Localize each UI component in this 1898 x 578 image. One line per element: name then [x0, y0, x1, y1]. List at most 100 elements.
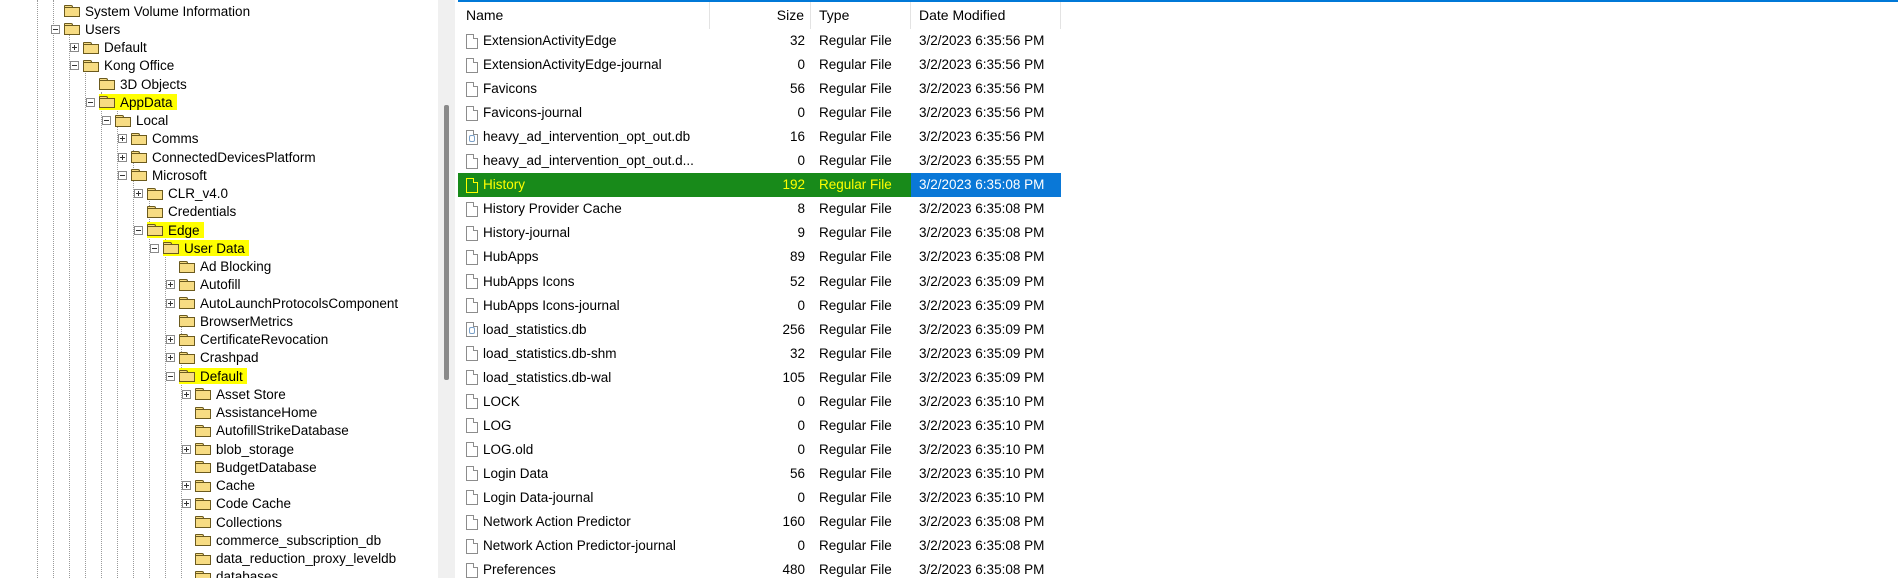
collapse-minus-icon[interactable] [134, 225, 143, 235]
file-row[interactable]: History Provider Cache 8 Regular File 3/2/2… [458, 197, 1061, 221]
tree-item-content[interactable]: Default [83, 40, 151, 56]
tree-item-content[interactable]: BudgetDatabase [195, 459, 321, 475]
tree-vertical-scrollbar[interactable] [438, 0, 455, 578]
tree-item-content[interactable]: Default [179, 368, 247, 384]
tree-item[interactable]: AutofillStrikeDatabase [182, 422, 353, 440]
file-name-cell[interactable]: load_statistics.db-wal [458, 366, 710, 390]
file-name-cell[interactable]: Login Data-journal [458, 486, 710, 510]
tree-item[interactable]: AssistanceHome [182, 404, 321, 422]
file-name-cell[interactable]: HubApps Icons-journal [458, 294, 710, 318]
tree-item[interactable]: System Volume Information [51, 2, 254, 20]
tree-item-content[interactable]: Crashpad [179, 350, 263, 366]
tree-item[interactable]: ConnectedDevicesPlatform [118, 148, 320, 166]
tree-item[interactable]: BrowserMetrics [166, 312, 297, 330]
tree-item[interactable]: blob_storage [182, 440, 298, 458]
tree-item[interactable]: Microsoft [118, 166, 211, 184]
tree-item-content[interactable]: Asset Store [195, 386, 290, 402]
tree-item-content[interactable]: blob_storage [195, 441, 298, 457]
file-name-cell[interactable]: Network Action Predictor [458, 510, 710, 534]
file-name-cell[interactable]: Favicons [458, 77, 710, 101]
collapse-minus-icon[interactable] [51, 24, 60, 34]
file-row[interactable]: Preferences 480 Regular File 3/2/2023 6:35:… [458, 558, 1061, 578]
tree-item-content[interactable]: AppData [99, 94, 177, 111]
tree-item[interactable]: Comms [118, 130, 203, 148]
file-row[interactable]: Network Action Predictor 160 Regular File 3… [458, 510, 1061, 534]
tree-item[interactable]: Credentials [134, 203, 240, 221]
folder-tree-pane[interactable]: System Volume Information Users Default Kon… [0, 0, 438, 578]
tree-item-content[interactable]: User Data [163, 240, 249, 257]
tree-item-content[interactable]: AssistanceHome [195, 405, 321, 421]
tree-item[interactable]: Local [102, 112, 172, 130]
file-row[interactable]: LOCK 0 Regular File 3/2/2023 6:35:10 PM [458, 390, 1061, 414]
file-row[interactable]: load_statistics.db 256 Regular File 3/2/202… [458, 318, 1061, 342]
tree-item[interactable]: BudgetDatabase [182, 458, 321, 476]
file-name-cell[interactable]: ExtensionActivityEdge [458, 29, 710, 53]
tree-item-content[interactable]: Comms [131, 131, 203, 147]
tree-item[interactable]: Code Cache [182, 495, 295, 513]
tree-item-content[interactable]: databases [195, 569, 282, 578]
tree-item-content[interactable]: ConnectedDevicesPlatform [131, 149, 320, 165]
tree-item-content[interactable]: BrowserMetrics [179, 313, 297, 329]
tree-item-content[interactable]: AutofillStrikeDatabase [195, 423, 353, 439]
tree-item-content[interactable]: Credentials [147, 204, 240, 220]
tree-item[interactable]: 3D Objects [86, 75, 191, 93]
tree-item-content[interactable]: Autofill [179, 277, 245, 293]
file-row[interactable]: History 192 Regular File 3/2/2023 6:35:08 P… [458, 173, 1061, 198]
file-name-cell[interactable]: LOG.old [458, 438, 710, 462]
tree-item-content[interactable]: CLR_v4.0 [147, 186, 232, 202]
file-row[interactable]: HubApps Icons 52 Regular File 3/2/2023 6:35… [458, 270, 1061, 294]
tree-item[interactable]: AppData [86, 93, 177, 111]
tree-item[interactable]: Ad Blocking [166, 258, 275, 276]
collapse-minus-icon[interactable] [102, 116, 111, 125]
expand-plus-icon[interactable] [70, 43, 79, 52]
file-name-cell[interactable]: History [458, 173, 710, 198]
expand-plus-icon[interactable] [134, 189, 143, 198]
expand-plus-icon[interactable] [166, 298, 175, 308]
tree-item-content[interactable]: commerce_subscription_db [195, 532, 385, 548]
tree-item[interactable]: Edge [134, 221, 204, 239]
expand-plus-icon[interactable] [166, 280, 175, 290]
file-name-cell[interactable]: load_statistics.db-shm [458, 342, 710, 366]
file-row[interactable]: load_statistics.db-wal 105 Regular File 3/2… [458, 366, 1061, 390]
file-name-cell[interactable]: heavy_ad_intervention_opt_out.d... [458, 149, 710, 173]
tree-item-content[interactable]: AutoLaunchProtocolsComponent [179, 295, 402, 311]
file-row[interactable]: Favicons-journal 0 Regular File 3/2/2023 6:… [458, 101, 1061, 125]
tree-item[interactable]: Asset Store [182, 385, 290, 403]
expand-plus-icon[interactable] [182, 444, 191, 454]
tree-item[interactable]: Users [51, 20, 124, 38]
tree-item-content[interactable]: data_reduction_proxy_leveldb [195, 551, 400, 567]
tree-item[interactable]: Collections [182, 513, 286, 531]
file-row[interactable]: heavy_ad_intervention_opt_out.d... 0 Regul… [458, 149, 1061, 173]
tree-item-content[interactable]: Microsoft [131, 167, 211, 183]
file-row[interactable]: History-journal 9 Regular File 3/2/2023 6:3… [458, 221, 1061, 245]
tree-item[interactable]: CLR_v4.0 [134, 185, 232, 203]
tree-item[interactable]: CertificateRevocation [166, 331, 332, 349]
file-row[interactable]: Login Data 56 Regular File 3/2/2023 6:35:10… [458, 462, 1061, 486]
file-name-cell[interactable]: Favicons-journal [458, 101, 710, 125]
expand-plus-icon[interactable] [182, 481, 191, 490]
file-name-cell[interactable]: Network Action Predictor-journal [458, 534, 710, 558]
file-name-cell[interactable]: Preferences [458, 558, 710, 578]
file-row[interactable]: HubApps Icons-journal 0 Regular File 3/2/20… [458, 294, 1061, 318]
collapse-minus-icon[interactable] [86, 97, 95, 107]
tree-item[interactable]: commerce_subscription_db [182, 531, 385, 549]
tree-item[interactable]: AutoLaunchProtocolsComponent [166, 294, 402, 312]
tree-item-content[interactable]: Code Cache [195, 496, 295, 512]
tree-item[interactable]: Default [70, 39, 151, 57]
tree-item[interactable]: Default [166, 367, 247, 385]
expand-plus-icon[interactable] [166, 353, 175, 363]
tree-item-content[interactable]: Local [115, 113, 172, 129]
tree-item-content[interactable]: Ad Blocking [179, 259, 275, 275]
tree-item[interactable]: databases [182, 568, 282, 578]
column-header-name[interactable]: Name [458, 2, 710, 29]
collapse-minus-icon[interactable] [70, 61, 79, 71]
tree-item-content[interactable]: CertificateRevocation [179, 332, 332, 348]
file-name-cell[interactable]: LOCK [458, 390, 710, 414]
tree-item-content[interactable]: Cache [195, 478, 259, 494]
file-row[interactable]: Login Data-journal 0 Regular File 3/2/2023 … [458, 486, 1061, 510]
column-header-type[interactable]: Type [811, 2, 911, 29]
expand-plus-icon[interactable] [166, 335, 175, 344]
file-row[interactable]: LOG.old 0 Regular File 3/2/2023 6:35:10 PM [458, 438, 1061, 462]
file-name-cell[interactable]: History Provider Cache [458, 197, 710, 221]
collapse-minus-icon[interactable] [118, 170, 127, 180]
